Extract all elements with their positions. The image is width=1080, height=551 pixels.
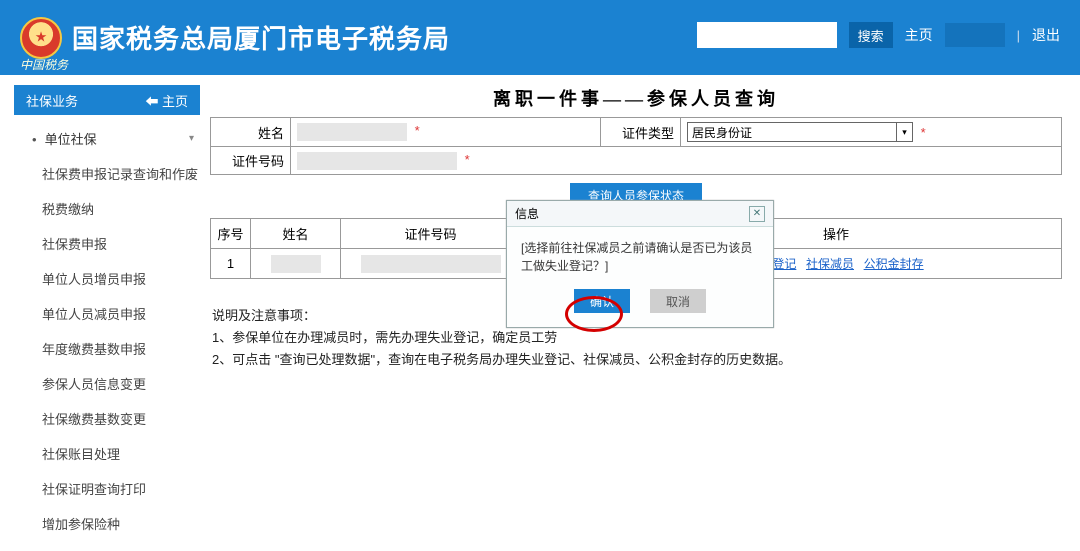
label-cert-type: 证件类型 (601, 118, 681, 147)
chevron-down-icon: ▾ (897, 122, 913, 142)
required-icon: * (465, 152, 470, 167)
query-form: 姓名 * 证件类型 居民身份证 ▾ * 证件号码 * (210, 117, 1062, 175)
sidebar-top-item[interactable]: 单位社保 ▾ (14, 121, 200, 156)
label-cert-no: 证件号码 (211, 147, 291, 175)
sidebar-item[interactable]: 社保缴费基数变更 (42, 401, 200, 436)
sidebar-item[interactable]: 社保费申报 (42, 226, 200, 261)
cert-no-input[interactable] (297, 152, 457, 170)
national-emblem-icon (20, 17, 62, 59)
sidebar-section-label: 社保业务 (26, 91, 78, 110)
divider: | (1017, 28, 1020, 43)
cancel-button[interactable]: 取消 (650, 289, 706, 313)
sidebar-item[interactable]: 单位人员增员申报 (42, 261, 200, 296)
brand-block: 国家税务总局厦门市电子税务局 (20, 17, 450, 59)
sidebar-item[interactable]: 年度缴费基数申报 (42, 331, 200, 366)
label-name: 姓名 (211, 118, 291, 147)
name-input[interactable] (297, 123, 407, 141)
dialog-title: 信息 (515, 205, 539, 222)
page-title: 离职一件事——参保人员查询 (210, 85, 1062, 111)
sidebar-item[interactable]: 社保费申报记录查询和作废 (42, 156, 200, 191)
close-icon[interactable]: ✕ (749, 206, 765, 222)
search-input[interactable] (697, 22, 837, 48)
search-button[interactable]: 搜索 (849, 22, 893, 48)
required-icon: * (415, 123, 420, 138)
arrow-left-icon: ⬅ (145, 94, 162, 109)
dialog-titlebar: 信息 ✕ (507, 201, 773, 227)
current-user-block[interactable] (945, 23, 1005, 47)
confirm-button[interactable]: 确认 (574, 289, 630, 313)
sidebar: 社保业务 ⬅ 主页 单位社保 ▾ 社保费申报记录查询和作废 税费缴纳 社保费申报… (0, 75, 210, 551)
col-seq: 序号 (211, 219, 251, 249)
brand-script-icon: 中国税务 (20, 56, 68, 73)
op-social-insurance-remove[interactable]: 社保减员 (806, 257, 854, 271)
sidebar-back-home[interactable]: ⬅ 主页 (145, 91, 188, 110)
logout-link[interactable]: 退出 (1032, 25, 1060, 45)
sidebar-item[interactable]: 单位人员减员申报 (42, 296, 200, 331)
app-header: 国家税务总局厦门市电子税务局 中国税务 搜索 主页 | 退出 (0, 0, 1080, 75)
cell-seq: 1 (211, 249, 251, 279)
sidebar-section-header: 社保业务 ⬅ 主页 (14, 85, 200, 115)
cert-type-select[interactable]: 居民身份证 ▾ (687, 122, 913, 142)
site-title: 国家税务总局厦门市电子税务局 (72, 19, 450, 56)
note-line: 1、参保单位在办理减员时，需先办理失业登记，确定员工劳 (212, 327, 930, 349)
op-housing-fund-seal[interactable]: 公积金封存 (864, 257, 924, 271)
sidebar-submenu: 社保费申报记录查询和作废 税费缴纳 社保费申报 单位人员增员申报 单位人员减员申… (14, 156, 200, 541)
cell-name (251, 249, 341, 279)
col-name: 姓名 (251, 219, 341, 249)
required-icon: * (921, 125, 926, 140)
home-link[interactable]: 主页 (905, 25, 933, 45)
chevron-down-icon: ▾ (189, 133, 194, 144)
sidebar-item[interactable]: 参保人员信息变更 (42, 366, 200, 401)
sidebar-item[interactable]: 社保证明查询打印 (42, 471, 200, 506)
dialog-message: [选择前往社保减员之前请确认是否已为该员工做失业登记？] (507, 227, 773, 283)
cell-certno (341, 249, 521, 279)
header-right: 搜索 主页 | 退出 (697, 22, 1060, 48)
note-line: 2、可点击 "查询已处理数据"，查询在电子税务局办理失业登记、社保减员、公积金封… (212, 349, 930, 371)
sidebar-item[interactable]: 社保账目处理 (42, 436, 200, 471)
sidebar-item[interactable]: 增加参保险种 (42, 506, 200, 541)
sidebar-item[interactable]: 税费缴纳 (42, 191, 200, 226)
confirm-dialog: 信息 ✕ [选择前往社保减员之前请确认是否已为该员工做失业登记？] 确认 取消 (506, 200, 774, 328)
col-certno: 证件号码 (341, 219, 521, 249)
